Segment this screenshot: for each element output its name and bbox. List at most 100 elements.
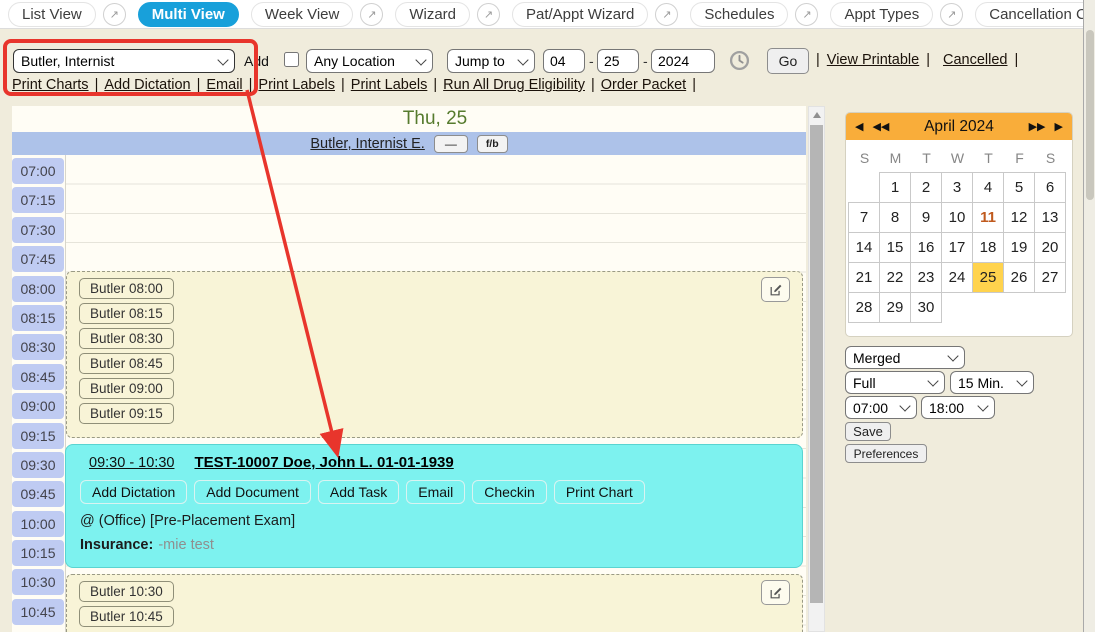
- window-scrollbar[interactable]: [1083, 0, 1095, 632]
- merge-mode-select[interactable]: Merged: [845, 346, 965, 369]
- toolbar-link[interactable]: Cancelled: [943, 52, 1008, 68]
- appointment-card[interactable]: 09:30 - 10:30 TEST-10007 Doe, John L. 01…: [65, 444, 803, 568]
- date-year-input[interactable]: [651, 49, 715, 73]
- action-link[interactable]: Print Labels: [351, 77, 428, 93]
- calendar-day[interactable]: 22: [879, 262, 911, 293]
- jump-to-select[interactable]: Jump to: [447, 49, 535, 73]
- appointment-action-button[interactable]: Checkin: [472, 480, 547, 504]
- provider-link[interactable]: Butler, Internist E.: [310, 136, 424, 152]
- provider-select[interactable]: Butler, Internist: [13, 49, 235, 73]
- open-slot-button[interactable]: Butler 10:45: [79, 606, 174, 627]
- tab-pat-appt-wizard[interactable]: Pat/Appt Wizard: [512, 2, 648, 27]
- open-slot-button[interactable]: Butler 09:15: [79, 403, 174, 424]
- calendar-day[interactable]: 5: [1003, 172, 1035, 203]
- open-slot-button[interactable]: Butler 09:00: [79, 378, 174, 399]
- appointment-action-button[interactable]: Add Task: [318, 480, 399, 504]
- external-link-icon[interactable]: ↗: [940, 3, 963, 26]
- action-link[interactable]: Print Labels: [258, 77, 335, 93]
- calendar-day[interactable]: 11: [972, 202, 1004, 233]
- calendar-day[interactable]: 2: [910, 172, 942, 203]
- calendar-day[interactable]: 24: [941, 262, 973, 293]
- save-button[interactable]: Save: [845, 422, 891, 441]
- view-size-select[interactable]: Full: [845, 371, 945, 394]
- toolbar-link[interactable]: View Printable: [827, 52, 919, 68]
- calendar-prev-icon[interactable]: ◀: [855, 120, 863, 133]
- appointment-action-button[interactable]: Add Dictation: [80, 480, 187, 504]
- interval-select[interactable]: 15 Min.: [950, 371, 1034, 394]
- edit-slot-button[interactable]: [761, 580, 790, 605]
- appointment-action-button[interactable]: Add Document: [194, 480, 311, 504]
- go-button[interactable]: Go: [767, 48, 809, 74]
- tab-wizard[interactable]: Wizard: [395, 2, 470, 27]
- scroll-up-arrow[interactable]: [809, 107, 824, 123]
- location-select[interactable]: Any Location: [306, 49, 433, 73]
- tab-multi-view[interactable]: Multi View: [138, 2, 239, 27]
- open-slot-button[interactable]: Butler 10:30: [79, 581, 174, 602]
- open-slot-button[interactable]: Butler 08:45: [79, 353, 174, 374]
- calendar-day[interactable]: 20: [1034, 232, 1066, 263]
- appointment-time-link[interactable]: 09:30 - 10:30: [89, 455, 174, 471]
- calendar-day[interactable]: 6: [1034, 172, 1066, 203]
- calendar-day[interactable]: 16: [910, 232, 942, 263]
- calendar-day[interactable]: 23: [910, 262, 942, 293]
- appointment-action-button[interactable]: Email: [406, 480, 465, 504]
- clock-icon[interactable]: [729, 50, 750, 71]
- calendar-day[interactable]: 4: [972, 172, 1004, 203]
- external-link-icon[interactable]: ↗: [360, 3, 383, 26]
- open-slot-button[interactable]: Butler 08:15: [79, 303, 174, 324]
- calendar-day[interactable]: 26: [1003, 262, 1035, 293]
- tab-appt-types[interactable]: Appt Types: [830, 2, 933, 27]
- calendar-day[interactable]: 14: [848, 232, 880, 263]
- calendar-day[interactable]: 1: [879, 172, 911, 203]
- calendar-day[interactable]: 21: [848, 262, 880, 293]
- calendar-day[interactable]: 3: [941, 172, 973, 203]
- external-link-icon[interactable]: ↗: [655, 3, 678, 26]
- calendar-day[interactable]: 18: [972, 232, 1004, 263]
- schedule-scrollbar[interactable]: [808, 106, 825, 632]
- calendar-prev-fast-icon[interactable]: ◀◀: [872, 120, 889, 133]
- calendar-day[interactable]: 10: [941, 202, 973, 233]
- external-link-icon[interactable]: ↗: [103, 3, 126, 26]
- action-link[interactable]: Add Dictation: [104, 77, 190, 93]
- action-link[interactable]: Print Charts: [12, 77, 89, 93]
- start-time-select[interactable]: 07:00: [845, 396, 917, 419]
- end-time-select[interactable]: 18:00: [921, 396, 995, 419]
- minimize-column-button[interactable]: —: [434, 135, 468, 153]
- calendar-day[interactable]: 30: [910, 292, 942, 323]
- open-slot-button[interactable]: Butler 08:30: [79, 328, 174, 349]
- appointment-action-button[interactable]: Print Chart: [554, 480, 645, 504]
- external-link-icon[interactable]: ↗: [795, 3, 818, 26]
- scrollbar-thumb[interactable]: [810, 125, 823, 603]
- tab-week-view[interactable]: Week View: [251, 2, 353, 27]
- calendar-day[interactable]: 28: [848, 292, 880, 323]
- calendar-next-icon[interactable]: ▶: [1055, 120, 1063, 133]
- action-link[interactable]: Run All Drug Eligibility: [443, 77, 585, 93]
- action-link[interactable]: Email: [206, 77, 242, 93]
- preferences-button[interactable]: Preferences: [845, 444, 927, 463]
- scrollbar-thumb[interactable]: [1086, 30, 1094, 200]
- open-slot-button[interactable]: Butler 08:00: [79, 278, 174, 299]
- tab-cancellation-codes[interactable]: Cancellation Codes: [975, 2, 1095, 27]
- date-day-input[interactable]: [597, 49, 639, 73]
- date-month-input[interactable]: [543, 49, 585, 73]
- calendar-day[interactable]: 29: [879, 292, 911, 323]
- calendar-day[interactable]: 27: [1034, 262, 1066, 293]
- external-link-icon[interactable]: ↗: [477, 3, 500, 26]
- add-checkbox[interactable]: [284, 52, 299, 67]
- tab-schedules[interactable]: Schedules: [690, 2, 788, 27]
- calendar-day[interactable]: 8: [879, 202, 911, 233]
- calendar-day[interactable]: 13: [1034, 202, 1066, 233]
- calendar-day[interactable]: 7: [848, 202, 880, 233]
- front-back-button[interactable]: f/b: [477, 135, 508, 153]
- action-link[interactable]: Order Packet: [601, 77, 686, 93]
- calendar-day[interactable]: 17: [941, 232, 973, 263]
- tab-list-view[interactable]: List View: [8, 2, 96, 27]
- calendar-day[interactable]: 25: [972, 262, 1004, 293]
- patient-link[interactable]: TEST-10007 Doe, John L. 01-01-1939: [194, 454, 453, 471]
- calendar-day[interactable]: 12: [1003, 202, 1035, 233]
- calendar-next-fast-icon[interactable]: ▶▶: [1029, 120, 1046, 133]
- calendar-day[interactable]: 15: [879, 232, 911, 263]
- calendar-day[interactable]: 9: [910, 202, 942, 233]
- edit-slot-button[interactable]: [761, 277, 790, 302]
- calendar-day[interactable]: 19: [1003, 232, 1035, 263]
